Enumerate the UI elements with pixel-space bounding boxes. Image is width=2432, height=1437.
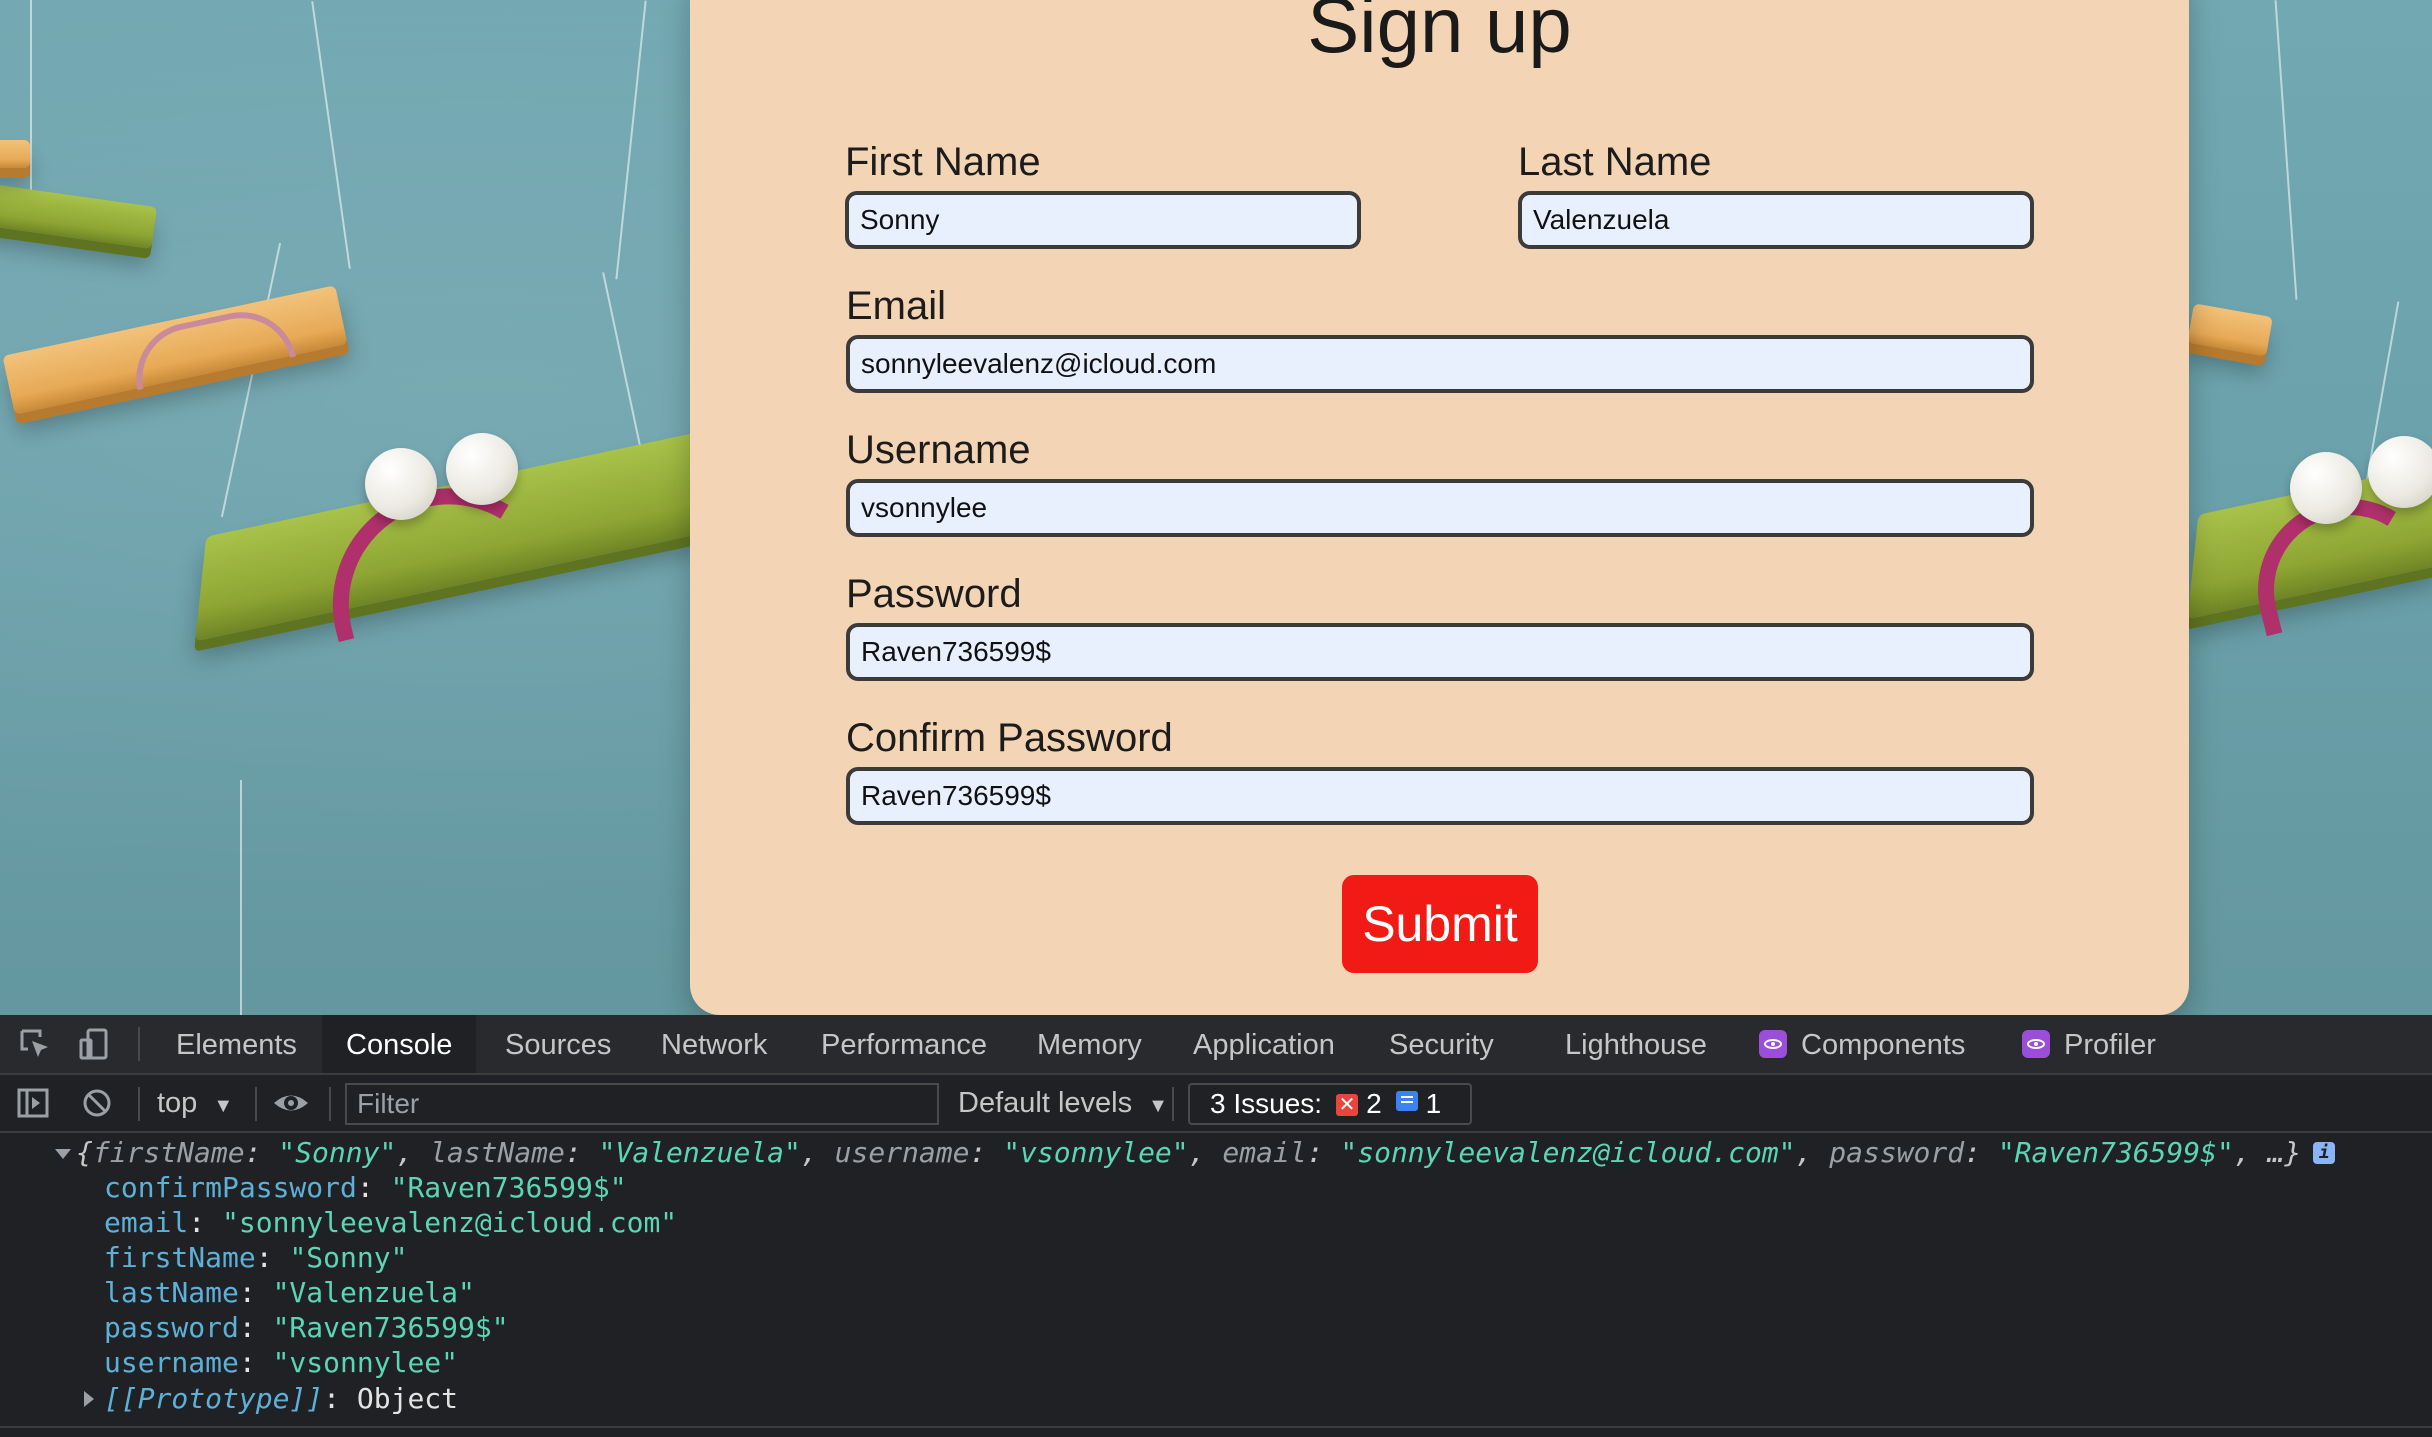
context-selector[interactable]: top ▼ (157, 1075, 233, 1131)
signup-form: Sign up First Name Last Name Email Usern… (690, 0, 2189, 1015)
log-levels-dropdown[interactable]: Default levels ▼ (958, 1075, 1168, 1131)
property-row: email: "sonnyleevalenz@icloud.com" (104, 1206, 678, 1239)
console-output: {firstName: "Sonny", lastName: "Valenzue… (0, 1133, 2432, 1435)
confirm-password-label: Confirm Password (846, 716, 1173, 760)
page-viewport: Sign up First Name Last Name Email Usern… (0, 0, 2432, 1015)
tab-memory[interactable]: Memory (1013, 1015, 1166, 1073)
property-row: firstName: "Sonny" (104, 1241, 408, 1274)
info-icon[interactable]: i (2313, 1142, 2336, 1164)
sidebar-toggle-icon[interactable] (16, 1086, 50, 1120)
property-row: confirmPassword: "Raven736599$" (104, 1171, 627, 1204)
log-summary: {firstName: "Sonny", lastName: "Valenzue… (76, 1135, 2336, 1170)
expand-caret-icon[interactable] (84, 1391, 94, 1407)
expand-caret-icon[interactable] (55, 1149, 71, 1159)
log-levels-label: Default levels (958, 1087, 1133, 1119)
confirm-password-field[interactable] (846, 767, 2034, 825)
last-name-field[interactable] (1518, 191, 2034, 249)
chevron-down-icon: ▼ (213, 1095, 234, 1117)
tab-elements[interactable]: Elements (152, 1015, 321, 1073)
last-name-label: Last Name (1518, 140, 1712, 184)
issues-error-count: 2 (1366, 1088, 1382, 1119)
page-title: Sign up (1307, 0, 1572, 69)
property-row: lastName: "Valenzuela" (104, 1276, 475, 1309)
console-toolbar: top ▼ Default levels ▼ 3 Issues: ✕ 2 1 (0, 1075, 2432, 1133)
issues-button[interactable]: 3 Issues: ✕ 2 1 (1188, 1083, 1472, 1125)
issues-info-count: 1 (1425, 1088, 1442, 1119)
divider (1172, 1087, 1174, 1121)
context-selector-label: top (157, 1087, 198, 1119)
error-icon: ✕ (1336, 1094, 1359, 1116)
divider (138, 1087, 140, 1121)
tab-network[interactable]: Network (637, 1015, 791, 1073)
log-entry[interactable]: {firstName: "Sonny", lastName: "Valenzue… (0, 1135, 2432, 1170)
property-row: username: "vsonnylee" (104, 1346, 459, 1379)
issues-label: 3 Issues: (1210, 1088, 1323, 1119)
device-toolbar-icon[interactable] (78, 1027, 112, 1061)
tab-application[interactable]: Application (1169, 1015, 1359, 1073)
divider (329, 1087, 331, 1121)
tab-security[interactable]: Security (1365, 1015, 1518, 1073)
eye-icon[interactable] (272, 1086, 308, 1120)
prototype-row[interactable]: [[Prototype]]: Object (0, 1381, 600, 1416)
tab-lighthouse[interactable]: Lighthouse (1541, 1015, 1731, 1073)
devtools-tabbar: Elements Console Sources Network Perform… (0, 1015, 2432, 1075)
tab-components-label: Components (1801, 1029, 1966, 1061)
tab-console[interactable]: Console (322, 1015, 477, 1073)
first-name-field[interactable] (845, 191, 1361, 249)
email-field[interactable] (846, 335, 2034, 393)
react-icon (2022, 1030, 2050, 1058)
clear-console-icon[interactable] (80, 1086, 114, 1120)
inspect-element-icon[interactable] (18, 1027, 52, 1061)
submit-button[interactable]: Submit (1342, 875, 1538, 973)
email-label: Email (846, 284, 947, 328)
username-label: Username (846, 428, 1031, 472)
password-field[interactable] (846, 623, 2034, 681)
chevron-down-icon: ▼ (1148, 1095, 1168, 1117)
username-field[interactable] (846, 479, 2034, 537)
divider (138, 1027, 140, 1061)
divider (255, 1087, 257, 1121)
password-label: Password (846, 572, 1022, 616)
first-name-label: First Name (845, 140, 1041, 184)
react-icon (1759, 1030, 1787, 1058)
devtools-panel: Elements Console Sources Network Perform… (0, 1015, 2432, 1437)
message-icon (1395, 1091, 1418, 1111)
tab-components[interactable]: Components (1735, 1015, 1989, 1073)
filter-input[interactable] (345, 1083, 939, 1125)
tab-sources[interactable]: Sources (481, 1015, 635, 1073)
tab-profiler[interactable]: Profiler (1998, 1015, 2180, 1073)
divider (0, 1426, 2432, 1428)
tab-profiler-label: Profiler (2064, 1029, 2156, 1061)
property-row: password: "Raven736599$" (104, 1311, 509, 1344)
tab-performance[interactable]: Performance (797, 1015, 1011, 1073)
